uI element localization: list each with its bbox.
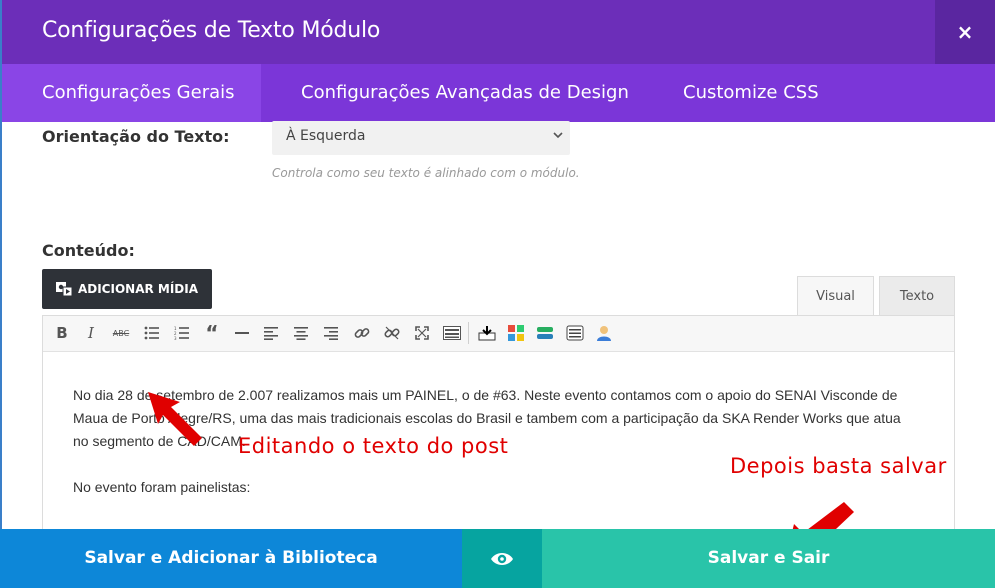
blockquote-icon[interactable]: “ [201, 321, 223, 345]
strikethrough-icon[interactable]: ABC [110, 322, 132, 344]
modal-header: Configurações de Texto Módulo × [0, 0, 995, 64]
tab-custom-css[interactable]: Customize CSS [643, 64, 859, 122]
align-right-icon[interactable] [320, 322, 342, 344]
arrow-annotation-editor [148, 392, 202, 446]
align-left-icon[interactable] [260, 322, 282, 344]
editor-tab-text[interactable]: Texto [879, 276, 955, 316]
preview-button[interactable] [462, 529, 542, 588]
save-and-exit-button[interactable]: Salvar e Sair [542, 529, 995, 588]
user-icon[interactable] [593, 322, 615, 344]
unlink-icon[interactable] [381, 322, 403, 344]
upload-icon[interactable] [476, 322, 498, 344]
horizontal-rule-icon[interactable] [231, 322, 253, 344]
content-label: Conteúdo: [42, 241, 135, 260]
annotation-editing-text: Editando o texto do post [238, 434, 509, 458]
italic-icon[interactable]: I [80, 322, 102, 344]
tab-advanced-design[interactable]: Configurações Avançadas de Design [261, 64, 669, 122]
toolbar-toggle-icon[interactable] [441, 322, 463, 344]
settings-tabs: Configurações Gerais Configurações Avanç… [0, 64, 995, 122]
bold-icon[interactable]: B [51, 322, 73, 344]
grid-icon[interactable] [505, 322, 527, 344]
close-button[interactable]: × [935, 0, 995, 64]
modal-title: Configurações de Texto Módulo [42, 18, 381, 43]
numbered-list-icon[interactable]: 123 [171, 322, 193, 344]
table-icon[interactable] [564, 322, 586, 344]
align-center-icon[interactable] [290, 322, 312, 344]
toolbar-separator [468, 322, 469, 344]
save-to-library-button[interactable]: Salvar e Adicionar à Biblioteca [0, 529, 462, 588]
media-icon [55, 282, 73, 297]
select-value: À Esquerda [286, 128, 366, 144]
add-media-button[interactable]: ADICIONAR MÍDIA [42, 269, 212, 309]
close-icon: × [956, 20, 974, 44]
tab-general-settings[interactable]: Configurações Gerais [2, 64, 261, 122]
annotation-save-text: Depois basta salvar [730, 454, 947, 478]
editor-toolbar: B I ABC 123 “ [43, 316, 954, 352]
bullet-list-icon[interactable] [141, 322, 163, 344]
left-border [0, 0, 2, 588]
chevron-down-icon [552, 129, 564, 144]
svg-text:3: 3 [174, 336, 177, 340]
add-media-label: ADICIONAR MÍDIA [77, 282, 199, 296]
fullscreen-icon[interactable] [411, 322, 433, 344]
eye-icon [491, 553, 513, 565]
text-orientation-select[interactable]: À Esquerda [272, 121, 570, 155]
editor-tab-visual[interactable]: Visual [797, 276, 874, 316]
orientation-helper-text: Controla como seu texto é alinhado com o… [272, 166, 580, 180]
link-icon[interactable] [351, 322, 373, 344]
layers-icon[interactable] [534, 322, 556, 344]
module-settings-modal: Configurações de Texto Módulo × Configur… [0, 0, 995, 588]
text-orientation-label: Orientação do Texto: [42, 127, 230, 146]
